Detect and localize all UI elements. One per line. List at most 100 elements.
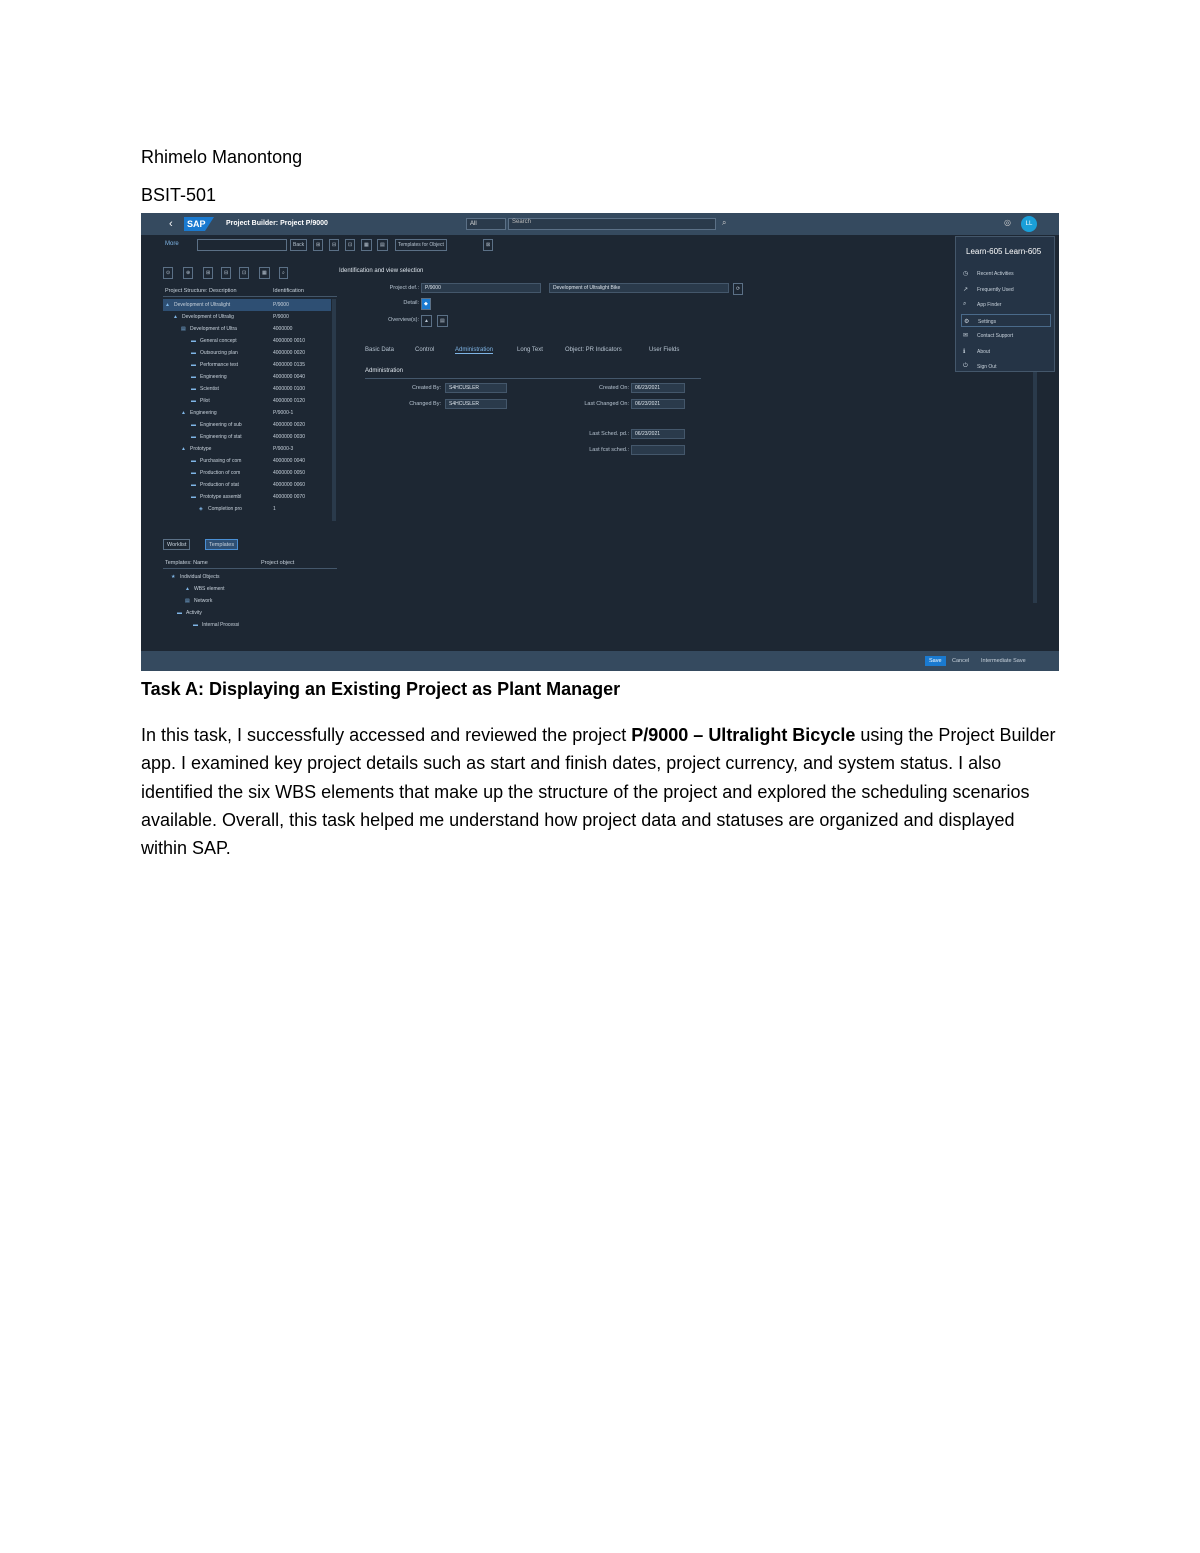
tree-description: Production of com: [200, 470, 241, 476]
usermenu-item-label: App Finder: [977, 302, 1002, 308]
search-icon[interactable]: ⌕: [722, 218, 726, 228]
help-icon[interactable]: ◎: [1004, 218, 1011, 227]
templates-tab[interactable]: Templates: [205, 539, 239, 550]
table-row[interactable]: ▬ Engineering of sub 4000000 0020: [163, 419, 331, 431]
main-scrollbar[interactable]: [1033, 363, 1037, 603]
toolbar-icon-3[interactable]: ⊡: [345, 239, 356, 251]
tree-tool-icon-4[interactable]: ⊟: [221, 267, 232, 279]
last-changed-field[interactable]: 06/23/2021: [631, 399, 685, 409]
user-name: Learn-605 Learn-605: [966, 247, 1042, 256]
toolbar-select[interactable]: [197, 239, 287, 251]
cancel-button[interactable]: Cancel: [952, 658, 969, 664]
tree-node-icon: ▬: [191, 494, 196, 500]
tree-identification: P/9000-3: [273, 446, 294, 452]
table-row[interactable]: ▲ Engineering P/9000-1: [163, 407, 331, 419]
created-by-field[interactable]: S4HCUSLER: [445, 383, 507, 393]
table-row[interactable]: ▬ Performance test 4000000 0135: [163, 359, 331, 371]
created-on-field[interactable]: 06/23/2021: [631, 383, 685, 393]
usermenu-item-label: Recent Activities: [977, 271, 1014, 277]
table-row[interactable]: ▬ Outsourcing plan 4000000 0020: [163, 347, 331, 359]
detail-icon[interactable]: ◆: [421, 298, 431, 310]
table-row[interactable]: ▬ Prototype assembl 4000000 0070: [163, 491, 331, 503]
usermenu-item[interactable]: ℹ About: [961, 345, 1051, 358]
list-item[interactable]: ▬ Internal Processi: [163, 619, 331, 631]
toolbar-icon-5[interactable]: ▤: [377, 239, 388, 251]
project-def-field[interactable]: P/9000: [421, 283, 541, 293]
tree-description: Pilot: [200, 398, 210, 404]
table-row[interactable]: ▬ Engineering of stat 4000000 0030: [163, 431, 331, 443]
usermenu-item[interactable]: ⏻ Sign Out: [961, 360, 1051, 373]
save-button[interactable]: Save: [925, 656, 946, 666]
table-row[interactable]: ▬ Production of com 4000000 0050: [163, 467, 331, 479]
tab-basic-data[interactable]: Basic Data: [365, 347, 394, 353]
tree-identification: P/9000-1: [273, 410, 294, 416]
scope-select[interactable]: All: [466, 218, 506, 230]
user-menu: Learn-605 Learn-605 ◷ Recent Activities ↗ F…: [955, 236, 1055, 372]
tree-node-icon: ▲: [165, 302, 170, 308]
tree-description: Engineering of sub: [200, 422, 242, 428]
list-item[interactable]: ★ Individual Objects: [163, 571, 331, 583]
back-button[interactable]: Back: [290, 239, 308, 251]
table-row[interactable]: ▲ Development of Ultralig P/9000: [163, 311, 331, 323]
search-input[interactable]: Search: [508, 218, 716, 230]
tab-long-text[interactable]: Long Text: [517, 347, 543, 353]
table-row[interactable]: ▤ Development of Ultra 4000000: [163, 323, 331, 335]
tree-node-icon: ▬: [191, 338, 196, 344]
avatar[interactable]: LL: [1021, 216, 1037, 232]
table-row[interactable]: ▬ General concept 4000000 0010: [163, 335, 331, 347]
table-row[interactable]: ▬ Purchasing of com 4000000 0040: [163, 455, 331, 467]
tree-description: Development of Ultralig: [182, 314, 234, 320]
tree-search-icon[interactable]: ⌕: [279, 267, 288, 279]
project-desc-field[interactable]: Development of Ultralight Bike: [549, 283, 729, 293]
tree-tool-icon-6[interactable]: ▦: [259, 267, 270, 279]
table-row[interactable]: ▬ Production of stat 4000000 0060: [163, 479, 331, 491]
usermenu-item[interactable]: ✉ Contact Support: [961, 329, 1051, 342]
table-row[interactable]: ▬ Pilot 4000000 0120: [163, 395, 331, 407]
tab-pr-indicators[interactable]: Object: PR Indicators: [565, 347, 622, 353]
tree-scrollbar[interactable]: [332, 299, 336, 521]
intermediate-save-button[interactable]: Intermediate Save: [981, 658, 1026, 664]
tree-header: Project Structure: Description Identific…: [163, 285, 337, 297]
templates-for-object-button[interactable]: Templates for Object: [395, 239, 447, 251]
overview-list-icon[interactable]: ▤: [437, 315, 448, 327]
worklist-tab[interactable]: Worklist: [163, 539, 191, 550]
tree-tool-icon-5[interactable]: ⊡: [239, 267, 250, 279]
table-row[interactable]: ▲ Prototype P/9000-3: [163, 443, 331, 455]
back-icon[interactable]: ‹: [169, 218, 173, 230]
list-item[interactable]: ▬ Activity: [163, 607, 331, 619]
main-content: Identification and view selection Projec…: [339, 263, 1037, 653]
usermenu-item[interactable]: ↗ Frequently Used: [961, 283, 1051, 296]
list-item[interactable]: ▲ WBS element: [163, 583, 331, 595]
tree-description: Production of stat: [200, 482, 239, 488]
changed-by-field[interactable]: S4HCUSLER: [445, 399, 507, 409]
table-row[interactable]: ▬ Scientist 4000000 0100: [163, 383, 331, 395]
app-title[interactable]: Project Builder: Project P/9000: [226, 220, 328, 227]
usermenu-item[interactable]: ⚙ Settings: [961, 313, 1051, 327]
created-on-label: Created On:: [599, 385, 629, 391]
table-row[interactable]: ◈ Completion pro 1: [163, 503, 331, 515]
toolbar-icon-2[interactable]: ⊟: [329, 239, 340, 251]
tree-node-icon: ▬: [191, 362, 196, 368]
tree-tool-icon-3[interactable]: ⊞: [203, 267, 214, 279]
list-item[interactable]: ▤ Network: [163, 595, 331, 607]
support-icon: ✉: [963, 333, 969, 339]
tree-node-icon: ◈: [199, 506, 203, 512]
tree-tool-icon-1[interactable]: ⊙: [163, 267, 174, 279]
toolbar-icon-6[interactable]: ⊠: [483, 239, 494, 251]
tab-user-fields[interactable]: User Fields: [649, 347, 679, 353]
tab-administration[interactable]: Administration: [455, 347, 494, 354]
usermenu-item[interactable]: ⌕ App Finder: [961, 298, 1051, 311]
tab-control[interactable]: Control: [415, 347, 434, 353]
usermenu-item[interactable]: ◷ Recent Activities: [961, 267, 1051, 280]
frequent-icon: ↗: [963, 286, 969, 293]
toolbar-icon-1[interactable]: ⊞: [313, 239, 324, 251]
tree-tool-icon-2[interactable]: ⊕: [183, 267, 194, 279]
last-sched-field[interactable]: 06/23/2021: [631, 429, 685, 439]
table-row[interactable]: ▲ Development of Ultralight P/9000: [163, 299, 331, 311]
more-button[interactable]: More: [165, 241, 179, 247]
last-fcst-field[interactable]: [631, 445, 685, 455]
overview-wbs-icon[interactable]: ▲: [421, 315, 432, 327]
table-row[interactable]: ▬ Engineering 4000000 0040: [163, 371, 331, 383]
refresh-icon[interactable]: ⟳: [733, 283, 744, 295]
toolbar-icon-4[interactable]: ▦: [361, 239, 372, 251]
